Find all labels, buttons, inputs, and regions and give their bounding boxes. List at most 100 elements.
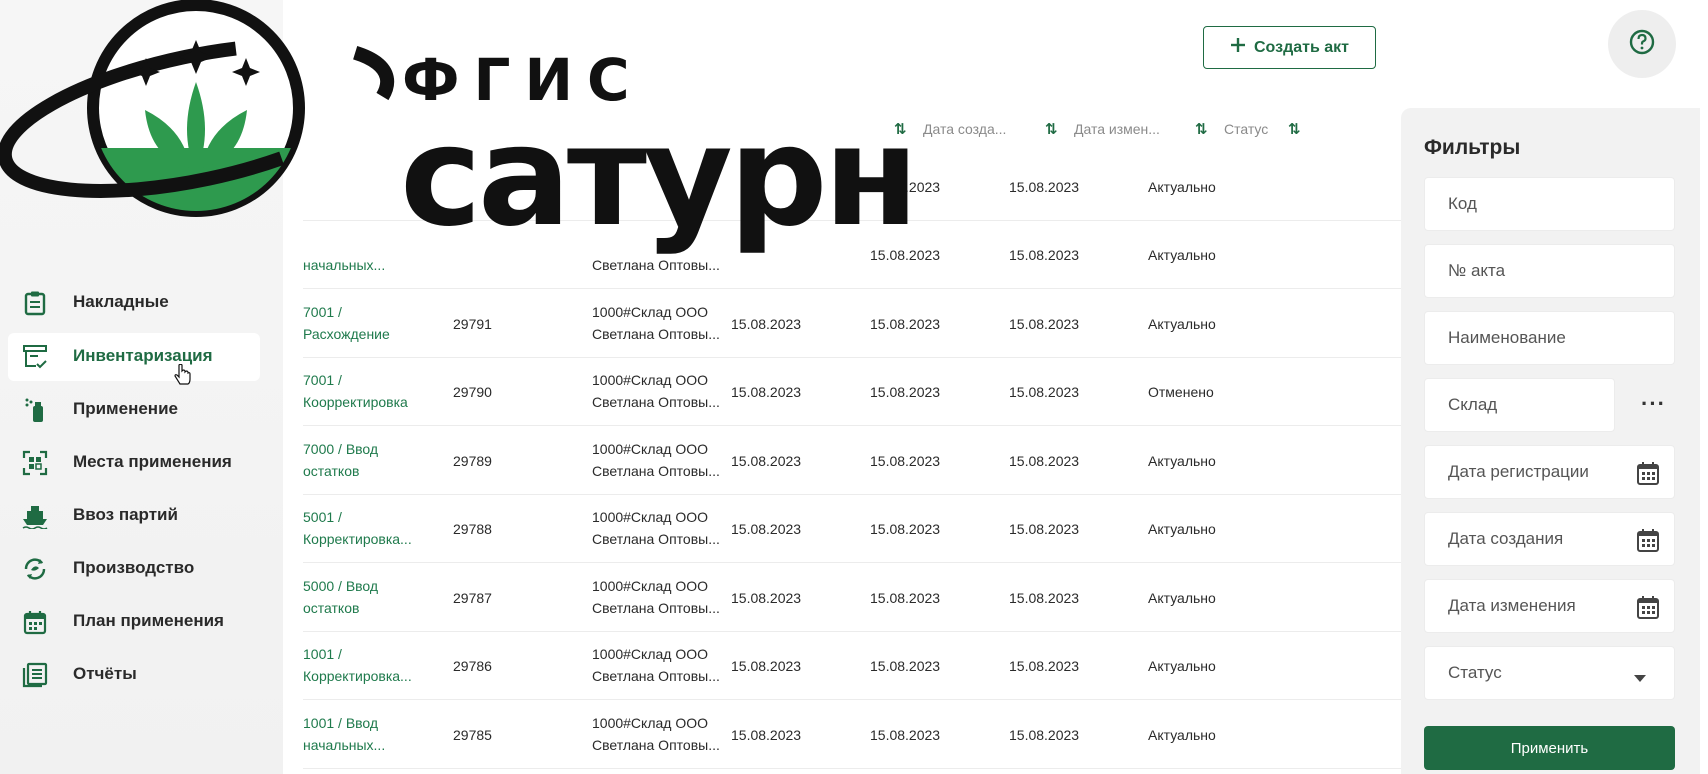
created-date-cell: 15.08.2023 (870, 658, 941, 674)
created-date-cell: 15.08.2023 (870, 590, 941, 606)
table-row[interactable]: 7000 / Ввод остатков 29789 1000#Склад ООО Св… (303, 427, 1401, 495)
field-placeholder: Статус (1448, 663, 1502, 682)
more-options-icon[interactable]: ··· (1641, 391, 1666, 417)
table-row[interactable]: 7001 /Расхождение 29791 1000#Склад ООО Свет… (303, 290, 1401, 358)
changed-date-cell: 15.08.2023 (1009, 658, 1080, 674)
ship-icon (22, 503, 48, 529)
field-placeholder: Дата создания (1448, 529, 1564, 548)
saturn-planet-icon (0, 0, 395, 217)
act-type-link[interactable]: Расхождение (303, 323, 390, 345)
column-header-changed[interactable]: Дата измен... (1074, 121, 1160, 137)
clipboard-icon (22, 290, 48, 316)
warehouse-filter-input[interactable]: Склад (1424, 378, 1615, 432)
sidebar-item-inventory[interactable]: Инвентаризация (8, 333, 260, 381)
act-code-cell: 29791 (453, 316, 492, 332)
act-type-link[interactable]: остатков (303, 460, 359, 482)
sidebar-item-invoices[interactable]: Накладные (8, 279, 260, 327)
warehouse-cell: Светлана Оптовы... (592, 737, 720, 753)
status-cell: Актуально (1148, 316, 1216, 332)
status-cell: Отменено (1148, 384, 1214, 400)
sidebar-item-application-plan[interactable]: План применения (8, 598, 260, 646)
created-date-cell: 15.08.2023 (870, 521, 941, 537)
calendar-icon[interactable] (1636, 594, 1660, 625)
table-row[interactable]: 5001 /Корректировка... 29788 1000#Склад ОО… (303, 495, 1401, 563)
sort-icon[interactable]: ⇅ (1045, 120, 1058, 138)
column-header-status[interactable]: Статус (1224, 121, 1268, 137)
sidebar-item-reports[interactable]: Отчёты (8, 651, 260, 699)
sidebar-item-application[interactable]: Применение (8, 386, 260, 434)
act-code-cell: 29785 (453, 727, 492, 743)
sort-icon[interactable]: ⇅ (1288, 120, 1301, 138)
act-type-link[interactable]: 7001 / (303, 301, 342, 323)
calendar-icon[interactable] (1636, 527, 1660, 558)
saturn-logo: ФГИС сатурн (0, 0, 919, 260)
changed-date-cell: 15.08.2023 (1009, 384, 1080, 400)
create-act-label: Создать акт (1254, 38, 1349, 56)
act-type-link[interactable]: 7001 / (303, 369, 342, 391)
sprayer-icon (22, 397, 48, 423)
changed-date-cell: 15.08.2023 (1009, 453, 1080, 469)
chevron-down-icon (1634, 669, 1646, 687)
create-act-button[interactable]: Создать акт (1203, 26, 1376, 69)
table-row[interactable]: 7001 /Коорректировка 29790 1000#Склад ООО С… (303, 358, 1401, 426)
status-filter-select[interactable]: Статус (1424, 646, 1675, 700)
act-type-link[interactable]: Корректировка... (303, 665, 412, 687)
warehouse-cell: Светлана Оптовы... (592, 531, 720, 547)
reg-date-cell: 15.08.2023 (731, 384, 802, 400)
table-row[interactable]: 1001 /Корректировка... 29786 1000#Склад ОО… (303, 632, 1401, 700)
column-header-created[interactable]: Дата созда... (923, 121, 1006, 137)
warehouse-cell: 1000#Склад ООО (592, 509, 709, 525)
warehouse-cell: Светлана Оптовы... (592, 600, 720, 616)
changed-date-cell: 15.08.2023 (1009, 521, 1080, 537)
act-type-link[interactable]: 1001 / (303, 643, 342, 665)
sidebar-item-label: Производство (73, 558, 195, 577)
sidebar-item-import[interactable]: Ввоз партий (8, 492, 260, 540)
reg-date-cell: 15.08.2023 (731, 727, 802, 743)
changed-date-cell: 15.08.2023 (1009, 590, 1080, 606)
field-placeholder: № акта (1448, 261, 1506, 280)
warehouse-cell: Светлана Оптовы... (592, 394, 720, 410)
sort-icon[interactable]: ⇅ (1195, 120, 1208, 138)
reg-date-cell: 15.08.2023 (731, 590, 802, 606)
field-placeholder: Склад (1448, 395, 1498, 414)
warehouse-cell: 1000#Склад ООО (592, 304, 709, 320)
calendar-icon (22, 609, 48, 635)
reports-icon (22, 662, 48, 688)
changed-date-cell: 15.08.2023 (1009, 727, 1080, 743)
sidebar-item-label: Накладные (73, 292, 169, 311)
act-number-filter-input[interactable]: № акта (1424, 244, 1675, 298)
warehouse-cell: 1000#Склад ООО (592, 441, 709, 457)
sidebar-item-label: Места применения (73, 452, 232, 471)
sidebar-item-label: План применения (73, 611, 224, 630)
changed-date-cell: 15.08.2023 (1009, 316, 1080, 332)
act-type-link[interactable]: 5001 / (303, 506, 342, 528)
table-row[interactable]: 5000 / Ввод остатков 29787 1000#Склад ООО Св… (303, 564, 1401, 632)
reg-date-cell: 15.08.2023 (731, 453, 802, 469)
warehouse-cell: 1000#Склад ООО (592, 646, 709, 662)
field-map-icon (22, 450, 48, 476)
field-placeholder: Дата изменения (1448, 596, 1576, 615)
filters-panel: Фильтры Код № акта Наименование Склад ··… (1401, 108, 1700, 774)
apply-filters-button[interactable]: Применить (1424, 726, 1675, 770)
help-button[interactable] (1608, 10, 1676, 78)
code-filter-input[interactable]: Код (1424, 177, 1675, 231)
act-type-link[interactable]: 5000 / Ввод (303, 575, 378, 597)
created-date-filter-input[interactable]: Дата создания (1424, 512, 1675, 566)
reg-date-filter-input[interactable]: Дата регистрации (1424, 445, 1675, 499)
name-filter-input[interactable]: Наименование (1424, 311, 1675, 365)
act-type-link[interactable]: остатков (303, 597, 359, 619)
sidebar-item-label: Применение (73, 399, 178, 418)
table-row[interactable]: 1001 / Ввод начальных... 29785 1000#Склад О… (303, 701, 1401, 769)
calendar-icon[interactable] (1636, 460, 1660, 491)
created-date-cell: 15.08.2023 (870, 316, 941, 332)
sidebar-item-label: Инвентаризация (73, 346, 213, 365)
act-type-link[interactable]: начальных... (303, 734, 385, 756)
act-type-link[interactable]: 1001 / Ввод (303, 712, 378, 734)
act-type-link[interactable]: Коорректировка (303, 391, 408, 413)
sidebar-item-production[interactable]: Производство (8, 545, 260, 593)
act-type-link[interactable]: Корректировка... (303, 528, 412, 550)
status-cell: Актуально (1148, 521, 1216, 537)
sidebar-item-application-places[interactable]: Места применения (8, 439, 260, 487)
act-type-link[interactable]: 7000 / Ввод (303, 438, 378, 460)
changed-date-filter-input[interactable]: Дата изменения (1424, 579, 1675, 633)
